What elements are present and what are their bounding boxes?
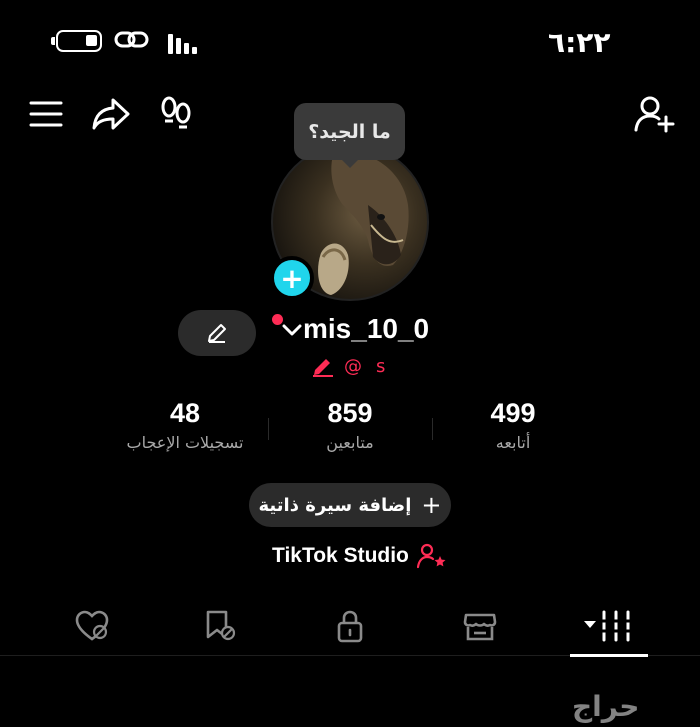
watermark: حراج xyxy=(572,690,640,723)
followers-count: 859 xyxy=(327,398,373,428)
username[interactable]: mis_10_0 xyxy=(303,313,429,345)
pencil-icon xyxy=(208,324,226,343)
profile-tab-bar xyxy=(0,598,700,656)
plus-icon: + xyxy=(421,491,442,519)
footprints-icon[interactable] xyxy=(158,94,194,134)
videos-grid-icon[interactable] xyxy=(582,608,638,644)
favorites-icon[interactable] xyxy=(200,608,240,644)
likes-count: 48 xyxy=(169,398,201,428)
tiktok-studio-link[interactable]: TikTok Studio xyxy=(272,543,447,569)
add-friend-icon[interactable] xyxy=(634,94,676,134)
creator-star-icon xyxy=(416,543,446,569)
at-symbol: @ xyxy=(344,356,362,377)
studio-label: TikTok Studio xyxy=(272,544,409,567)
status-time: ٦:٢٢ xyxy=(548,26,611,59)
divider xyxy=(432,418,433,440)
battery-icon xyxy=(51,30,102,52)
profile-subline[interactable]: @ s xyxy=(312,356,385,377)
tooltip-text: ما الجيد؟ xyxy=(308,120,391,143)
menu-icon[interactable] xyxy=(28,96,64,132)
edit-profile-button[interactable] xyxy=(178,310,256,356)
prompt-tooltip[interactable]: ما الجيد؟ xyxy=(294,103,405,168)
private-lock-icon[interactable] xyxy=(330,608,370,644)
signal-icon xyxy=(166,32,198,54)
add-avatar-button[interactable]: + xyxy=(270,256,314,300)
chevron-down-icon[interactable] xyxy=(282,323,302,337)
likes-stat[interactable]: 48 تسجيلات الإعجاب xyxy=(110,398,260,452)
link-icon xyxy=(114,31,149,48)
active-tab-indicator xyxy=(570,654,648,657)
divider xyxy=(268,418,269,440)
following-label: أتابعه xyxy=(495,433,531,452)
followers-label: متابعين xyxy=(326,433,374,452)
pencil-icon xyxy=(313,358,333,377)
shop-icon[interactable] xyxy=(460,608,500,644)
add-bio-button[interactable]: إضافة سيرة ذاتية + xyxy=(249,483,451,527)
add-bio-label: إضافة سيرة ذاتية xyxy=(258,494,412,516)
liked-icon[interactable] xyxy=(72,608,112,644)
subline-text: s xyxy=(376,356,386,377)
share-icon[interactable] xyxy=(90,94,132,134)
following-stat[interactable]: 499 أتابعه xyxy=(453,398,573,452)
following-count: 499 xyxy=(490,398,536,428)
followers-stat[interactable]: 859 متابعين xyxy=(290,398,410,452)
likes-label: تسجيلات الإعجاب xyxy=(126,433,244,452)
